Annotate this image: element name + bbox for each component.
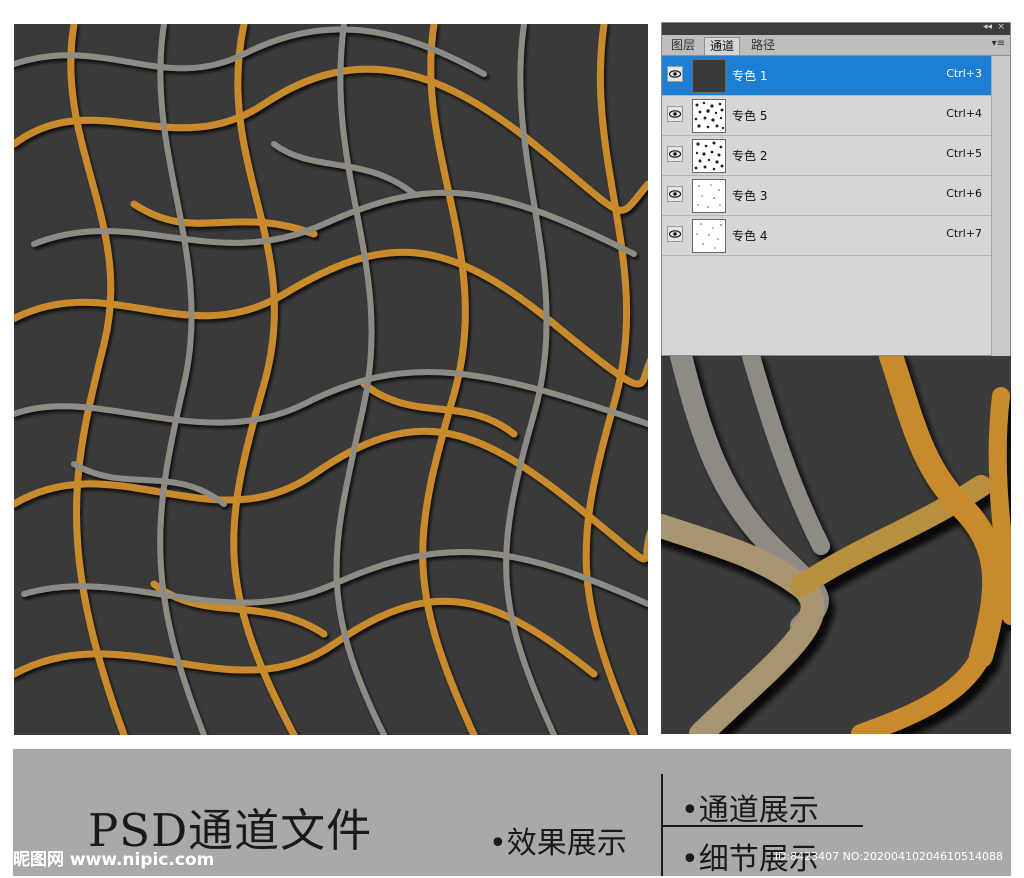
vein-pattern-graphic bbox=[14, 24, 648, 735]
footer-banner: PSD通道文件 •效果展示 •通道展示 •细节展示 昵图网 www.nipic.… bbox=[13, 749, 1011, 877]
panel-tab-bar: 图层 通道 路径 ▾≡ bbox=[662, 35, 1010, 56]
channels-panel: ◂◂ × 图层 通道 路径 ▾≡ 专色 1 Ctrl+3 专色 5 Ctrl+4 bbox=[661, 22, 1011, 356]
visibility-eye-icon[interactable] bbox=[667, 226, 683, 242]
channel-shortcut: Ctrl+7 bbox=[946, 227, 982, 240]
channel-name: 专色 3 bbox=[732, 189, 768, 203]
channel-thumbnail bbox=[692, 179, 726, 213]
detail-vein-graphic bbox=[661, 356, 1011, 734]
channel-row-spot-5[interactable]: 专色 5 Ctrl+4 bbox=[662, 96, 992, 136]
channel-thumbnail bbox=[692, 219, 726, 253]
channel-thumbnail bbox=[692, 139, 726, 173]
channel-name: 专色 2 bbox=[732, 149, 768, 163]
channel-shortcut: Ctrl+3 bbox=[946, 67, 982, 80]
channel-name: 专色 5 bbox=[732, 109, 768, 123]
watermark-id: ID:8423407 NO:20200410204610514088 bbox=[774, 850, 1003, 863]
visibility-eye-icon[interactable] bbox=[667, 66, 683, 82]
tab-paths[interactable]: 路径 bbox=[746, 37, 780, 54]
channel-shortcut: Ctrl+4 bbox=[946, 107, 982, 120]
channel-shortcut: Ctrl+6 bbox=[946, 187, 982, 200]
collapse-icon[interactable]: ◂◂ bbox=[983, 22, 992, 32]
channel-shortcut: Ctrl+5 bbox=[946, 147, 982, 160]
close-icon[interactable]: × bbox=[997, 22, 1005, 32]
panel-menu-icon[interactable]: ▾≡ bbox=[992, 38, 1005, 49]
channel-row-spot-4[interactable]: 专色 4 Ctrl+7 bbox=[662, 216, 992, 256]
channel-list: 专色 1 Ctrl+3 专色 5 Ctrl+4 专色 2 Ctrl+5 专色 3… bbox=[662, 56, 992, 256]
visibility-eye-icon[interactable] bbox=[667, 146, 683, 162]
visibility-eye-icon[interactable] bbox=[667, 186, 683, 202]
panel-title-bar: ◂◂ × bbox=[662, 22, 1010, 35]
channel-row-spot-3[interactable]: 专色 3 Ctrl+6 bbox=[662, 176, 992, 216]
tab-channels[interactable]: 通道 bbox=[704, 37, 741, 55]
channel-name: 专色 1 bbox=[732, 69, 768, 83]
pattern-preview-image bbox=[14, 24, 648, 735]
footer-effect-label: •效果展示 bbox=[489, 826, 627, 861]
footer-channel-label: •通道展示 bbox=[681, 793, 819, 828]
panel-scrollbar[interactable] bbox=[991, 56, 1010, 356]
watermark-logo: 昵图网 www.nipic.com bbox=[13, 850, 215, 870]
visibility-eye-icon[interactable] bbox=[667, 106, 683, 122]
channel-thumbnail bbox=[692, 59, 726, 93]
channel-row-spot-2[interactable]: 专色 2 Ctrl+5 bbox=[662, 136, 992, 176]
tab-layers[interactable]: 图层 bbox=[666, 37, 700, 54]
channel-name: 专色 4 bbox=[732, 229, 768, 243]
detail-closeup-image bbox=[661, 356, 1011, 734]
channel-row-spot-1[interactable]: 专色 1 Ctrl+3 bbox=[662, 56, 992, 96]
channel-thumbnail bbox=[692, 99, 726, 133]
